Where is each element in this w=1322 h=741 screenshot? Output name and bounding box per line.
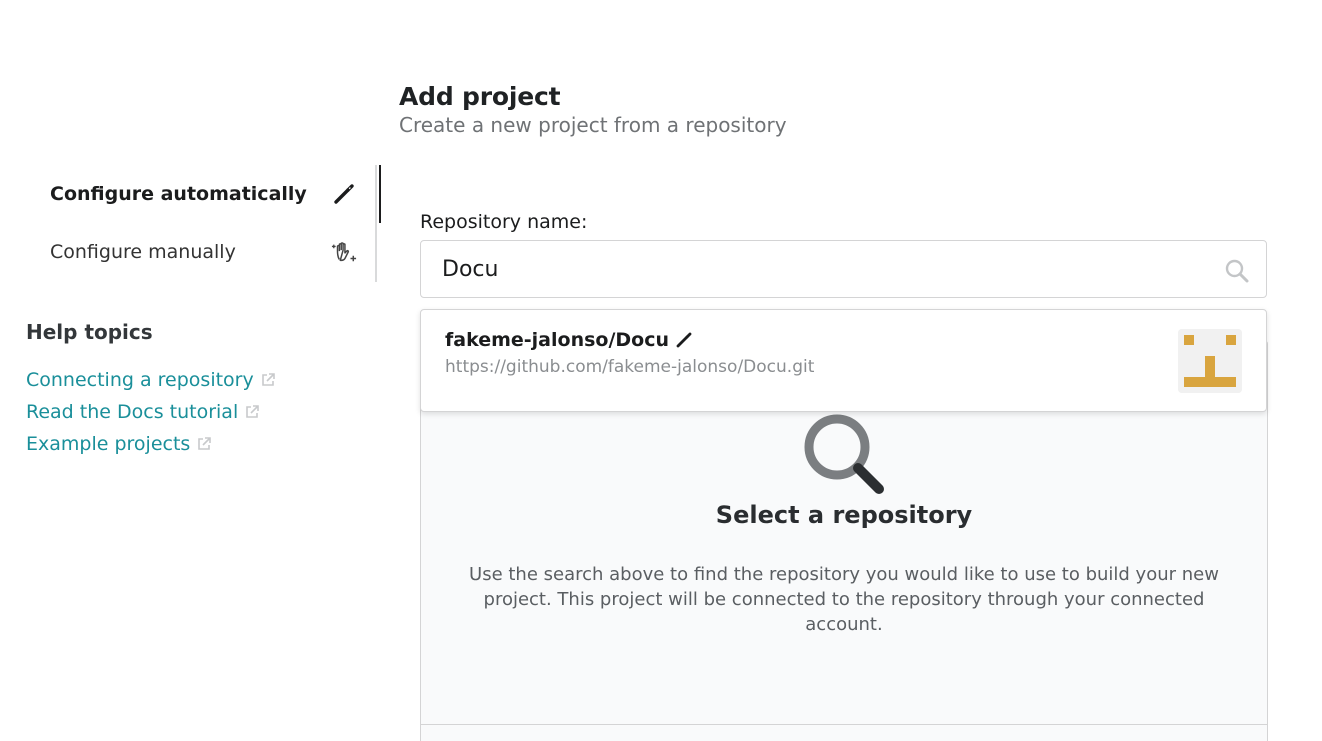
- hand-sparkles-icon: [331, 239, 357, 265]
- placeholder-title: Select a repository: [715, 501, 973, 529]
- repository-full-name: fakeme-jalonso/Docu: [445, 329, 670, 351]
- magic-wand-icon: [675, 331, 693, 349]
- add-project-page: Add project Create a new project from a …: [0, 0, 1322, 741]
- repository-search-input[interactable]: [442, 241, 1222, 297]
- page-header: Add project Create a new project from a …: [399, 82, 787, 137]
- help-topics: Help topics Connecting a repository Read…: [26, 320, 276, 460]
- configure-manually-item[interactable]: Configure manually: [50, 223, 359, 281]
- help-topics-title: Help topics: [26, 320, 153, 344]
- configure-automatically-label: Configure automatically: [50, 183, 307, 205]
- search-icon: [1224, 258, 1250, 284]
- external-link-icon: [196, 436, 212, 452]
- page-title: Add project: [399, 82, 561, 111]
- magic-wand-icon: [331, 181, 357, 207]
- repository-search-box: [420, 240, 1267, 298]
- large-search-icon: [801, 411, 887, 495]
- help-link-label: Example projects: [26, 433, 191, 455]
- help-link-connecting-repository[interactable]: Connecting a repository: [26, 364, 276, 396]
- repository-url: https://github.com/fakeme-jalonso/Docu.g…: [445, 357, 815, 377]
- help-link-example-projects[interactable]: Example projects: [26, 428, 276, 460]
- page-subtitle: Create a new project from a repository: [399, 113, 787, 137]
- configure-manually-label: Configure manually: [50, 241, 236, 263]
- repository-result-item[interactable]: fakeme-jalonso/Docu https://github.com/f…: [420, 309, 1267, 412]
- placeholder-text: Use the search above to find the reposit…: [469, 564, 1219, 635]
- repository-name-label: Repository name:: [420, 211, 588, 233]
- repository-avatar: [1178, 329, 1242, 393]
- panel-divider: [421, 724, 1267, 725]
- external-link-icon: [260, 372, 276, 388]
- help-link-tutorial[interactable]: Read the Docs tutorial: [26, 396, 276, 428]
- configure-automatically-item[interactable]: Configure automatically: [50, 165, 381, 223]
- config-method-menu: Configure automatically Configure manual…: [26, 165, 381, 282]
- external-link-icon: [244, 404, 260, 420]
- repository-result-name: fakeme-jalonso/Docu: [445, 329, 693, 351]
- help-link-label: Connecting a repository: [26, 369, 254, 391]
- help-link-label: Read the Docs tutorial: [26, 401, 239, 423]
